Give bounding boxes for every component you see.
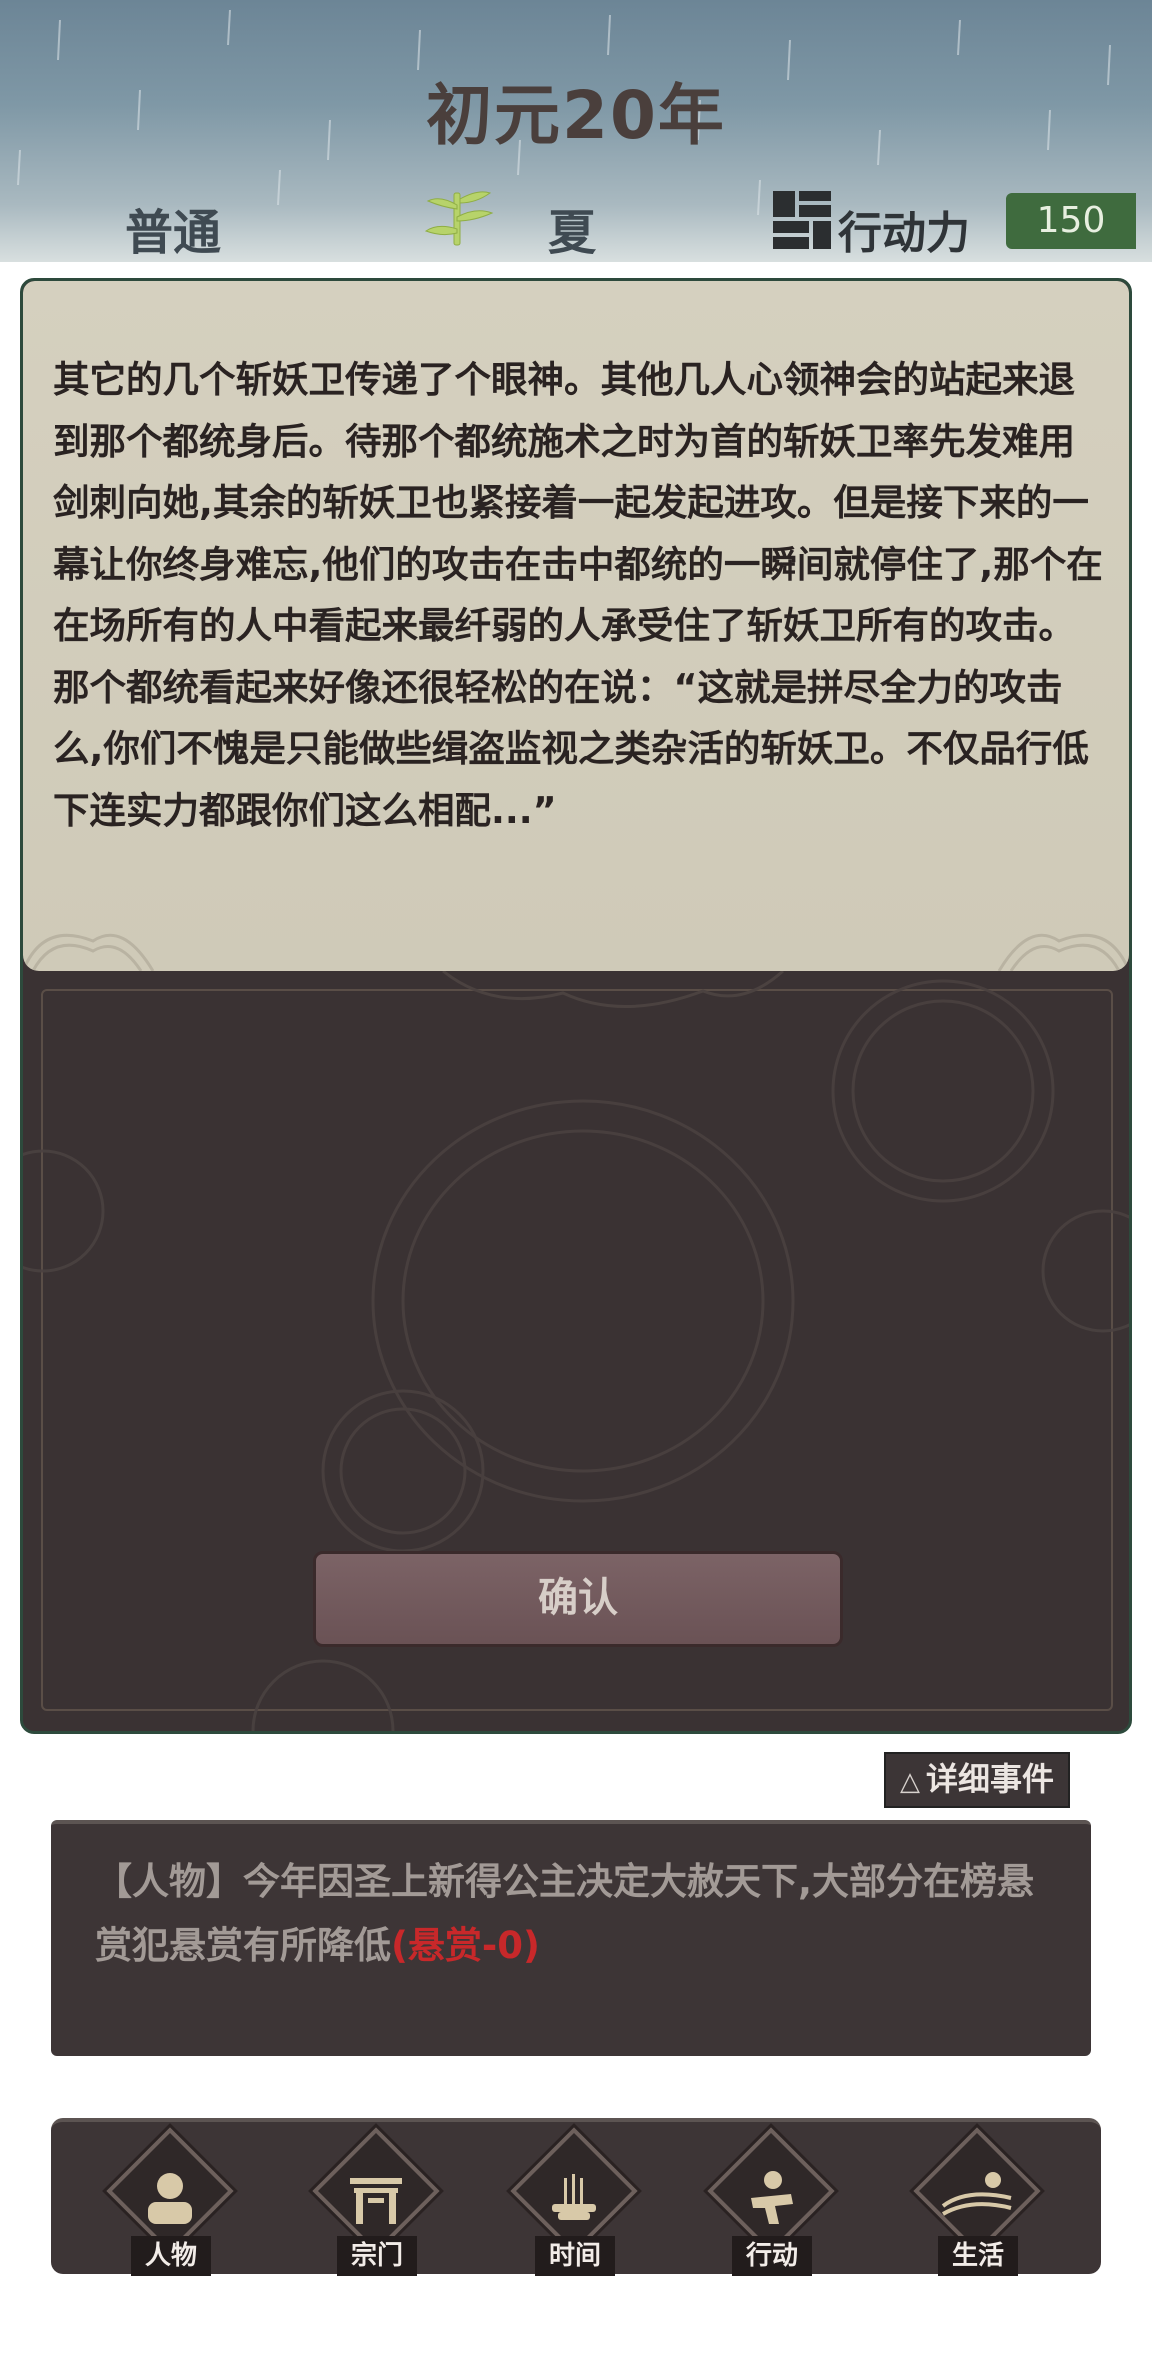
person-icon: [148, 2173, 192, 2224]
story-dialog: 其它的几个斩妖卫传递了个眼神。其他几人心领神会的站起来退到那个都统身后。待那个都…: [20, 278, 1132, 1734]
cloud-corner-left-icon: [23, 933, 155, 971]
triangle-up-icon: △: [899, 1767, 920, 1797]
life-landscape-icon: [941, 2172, 1012, 2216]
nav-label-life: 生活: [938, 2236, 1018, 2276]
year-title: 初元20年: [426, 77, 726, 154]
event-log: 【人物】今年因圣上新得公主决定大赦天下,大部分在榜悬赏犯悬赏有所降低(悬赏-0): [51, 1820, 1091, 2056]
nav-label-action: 行动: [732, 2236, 812, 2276]
top-status-bar: 初元20年 普通 夏 行动力 150: [0, 0, 1152, 262]
nav-label-person: 人物: [131, 2236, 211, 2276]
cloud-corner-right-icon: [997, 933, 1129, 971]
season-label: 夏: [548, 205, 597, 261]
incense-time-icon: [552, 2174, 596, 2220]
event-message: 【人物】今年因圣上新得公主决定大赦天下,大部分在榜悬赏犯悬赏有所降低(悬赏-0): [95, 1850, 1055, 1978]
nav-item-action[interactable]: 行动: [696, 2127, 846, 2276]
difficulty-label: 普通: [125, 205, 222, 261]
detail-events-label: 详细事件: [925, 1760, 1054, 1798]
nav-item-time[interactable]: 时间: [499, 2127, 649, 2276]
story-text-overflow: [53, 896, 1103, 926]
story-text: 其它的几个斩妖卫传递了个眼神。其他几人心领神会的站起来退到那个都统身后。待那个都…: [53, 358, 1103, 832]
confirm-button[interactable]: 确认: [313, 1551, 843, 1647]
action-points-label: 行动力: [838, 208, 970, 259]
sect-gate-icon: [350, 2178, 402, 2224]
nav-item-person[interactable]: 人物: [95, 2127, 245, 2276]
nav-item-sect[interactable]: 宗门: [301, 2127, 451, 2276]
action-figure-icon: [751, 2171, 793, 2224]
story-paper: 其它的几个斩妖卫传递了个眼神。其他几人心领神会的站起来退到那个都统身后。待那个都…: [23, 281, 1129, 971]
status-row: 普通 夏 行动力 150: [0, 185, 1152, 261]
nav-label-sect: 宗门: [337, 2236, 417, 2276]
action-points-value: 150: [1006, 193, 1136, 249]
bounty-change-text: (悬赏-0): [391, 1924, 540, 1967]
detail-events-button[interactable]: △ 详细事件: [884, 1752, 1070, 1808]
event-category-tag: 【人物】: [95, 1860, 243, 1903]
bottom-nav: 人物 宗门 时间 行动 生活: [51, 2118, 1101, 2276]
action-points-icon: [773, 191, 831, 249]
bamboo-season-icon: [424, 191, 494, 246]
nav-label-time: 时间: [535, 2236, 615, 2276]
nav-item-life[interactable]: 生活: [902, 2127, 1052, 2276]
